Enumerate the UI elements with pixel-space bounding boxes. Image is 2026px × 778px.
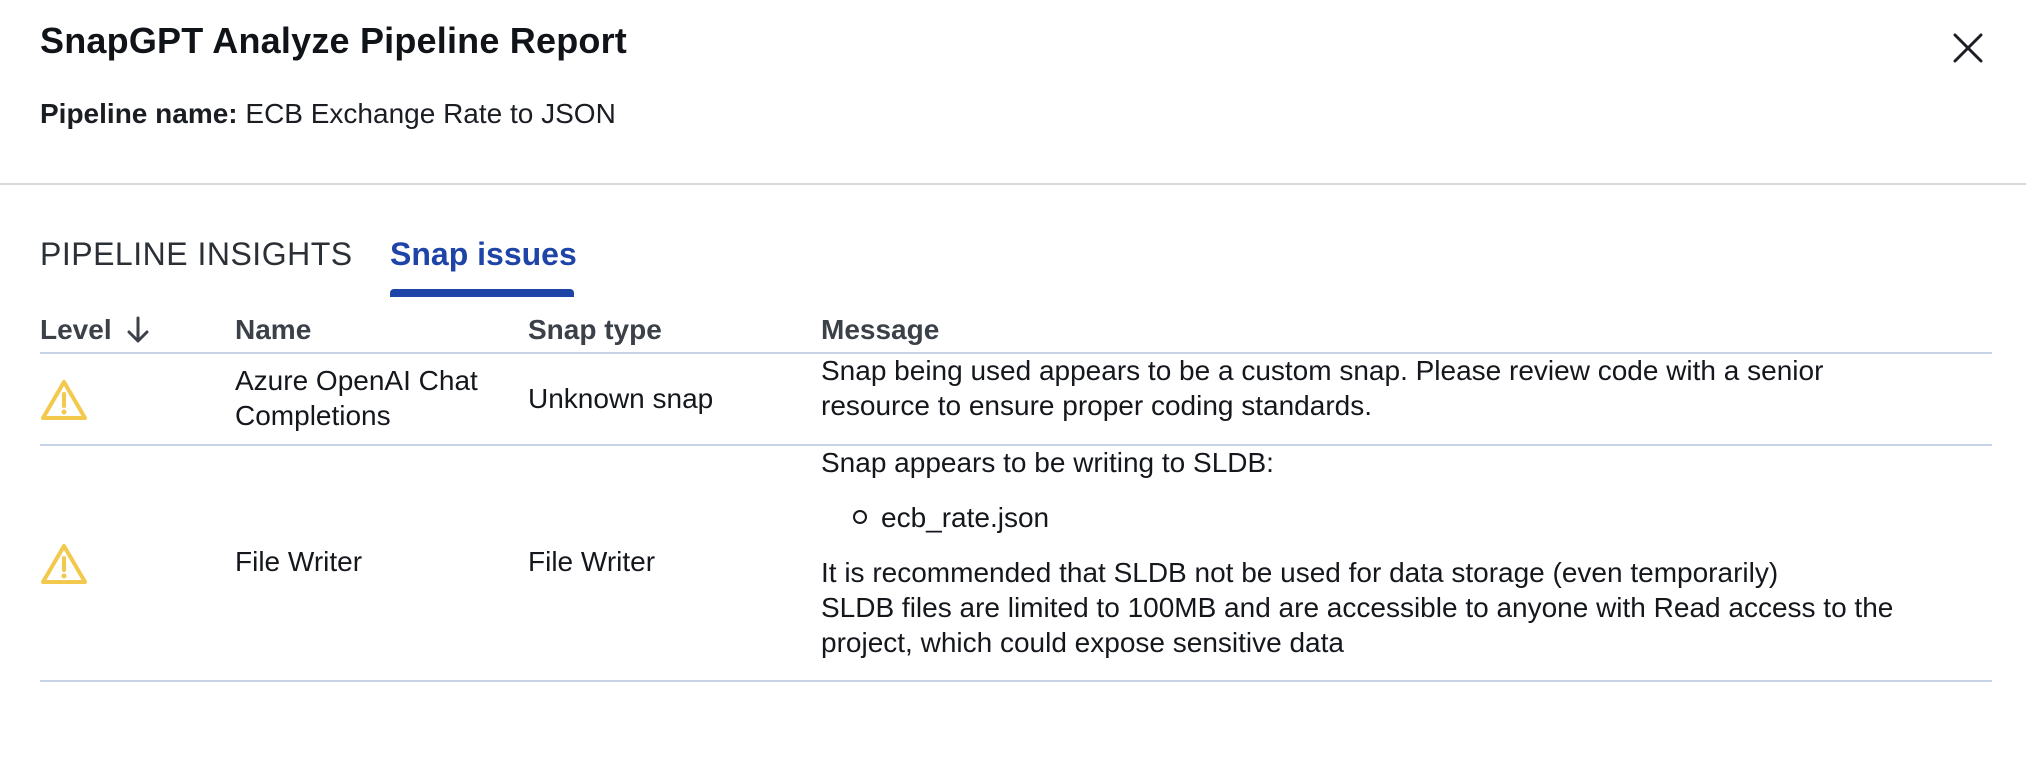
- pipeline-name-line: Pipeline name: ECB Exchange Rate to JSON: [40, 98, 616, 130]
- message-bullet-text: ecb_rate.json: [881, 502, 1050, 533]
- pipeline-name-value: ECB Exchange Rate to JSON: [245, 98, 616, 129]
- message-line: SLDB files are limited to 100MB and are …: [821, 592, 1894, 623]
- message-line: It is recommended that SLDB not be used …: [821, 557, 1779, 588]
- row-snap-type: File Writer: [528, 546, 656, 577]
- header-divider: [0, 183, 2026, 185]
- dialog-title: SnapGPT Analyze Pipeline Report: [40, 20, 627, 61]
- arrow-down-icon: [127, 316, 149, 343]
- message-bullet-item: ecb_rate.json: [821, 500, 1991, 535]
- close-button[interactable]: [1946, 26, 1990, 70]
- report-dialog: SnapGPT Analyze Pipeline Report Pipeline…: [0, 0, 2026, 778]
- close-icon: [1953, 33, 1983, 63]
- pipeline-name-label: Pipeline name:: [40, 98, 238, 129]
- message-line: Snap appears to be writing to SLDB:: [821, 447, 1274, 478]
- row-message: Snap appears to be writing to SLDB: ecb_…: [821, 445, 1991, 660]
- message-line: resource to ensure proper coding standar…: [821, 390, 1372, 421]
- row-divider: [40, 680, 1992, 682]
- column-header-level[interactable]: Level: [40, 314, 150, 346]
- row-snap-type: Unknown snap: [528, 383, 714, 414]
- row-name-line: Completions: [235, 400, 391, 431]
- warning-icon: [41, 380, 87, 420]
- row-name: Azure OpenAI Chat Completions: [235, 363, 478, 433]
- column-header-snap-type[interactable]: Snap type: [528, 314, 662, 346]
- tab-pipeline-insights[interactable]: PIPELINE INSIGHTS: [40, 236, 353, 273]
- row-message: Snap being used appears to be a custom s…: [821, 353, 1823, 423]
- message-line: Snap being used appears to be a custom s…: [821, 355, 1824, 386]
- row-name-line: Azure OpenAI Chat: [235, 365, 478, 396]
- column-header-level-label: Level: [40, 314, 112, 345]
- bullet-icon: [853, 509, 867, 524]
- active-tab-indicator: [390, 289, 574, 297]
- column-header-name[interactable]: Name: [235, 314, 311, 346]
- column-header-message[interactable]: Message: [821, 314, 939, 346]
- warning-icon: [41, 544, 87, 584]
- message-line: project, which could expose sensitive da…: [821, 627, 1344, 658]
- row-name: File Writer: [235, 546, 363, 577]
- tab-snap-issues[interactable]: Snap issues: [390, 236, 577, 273]
